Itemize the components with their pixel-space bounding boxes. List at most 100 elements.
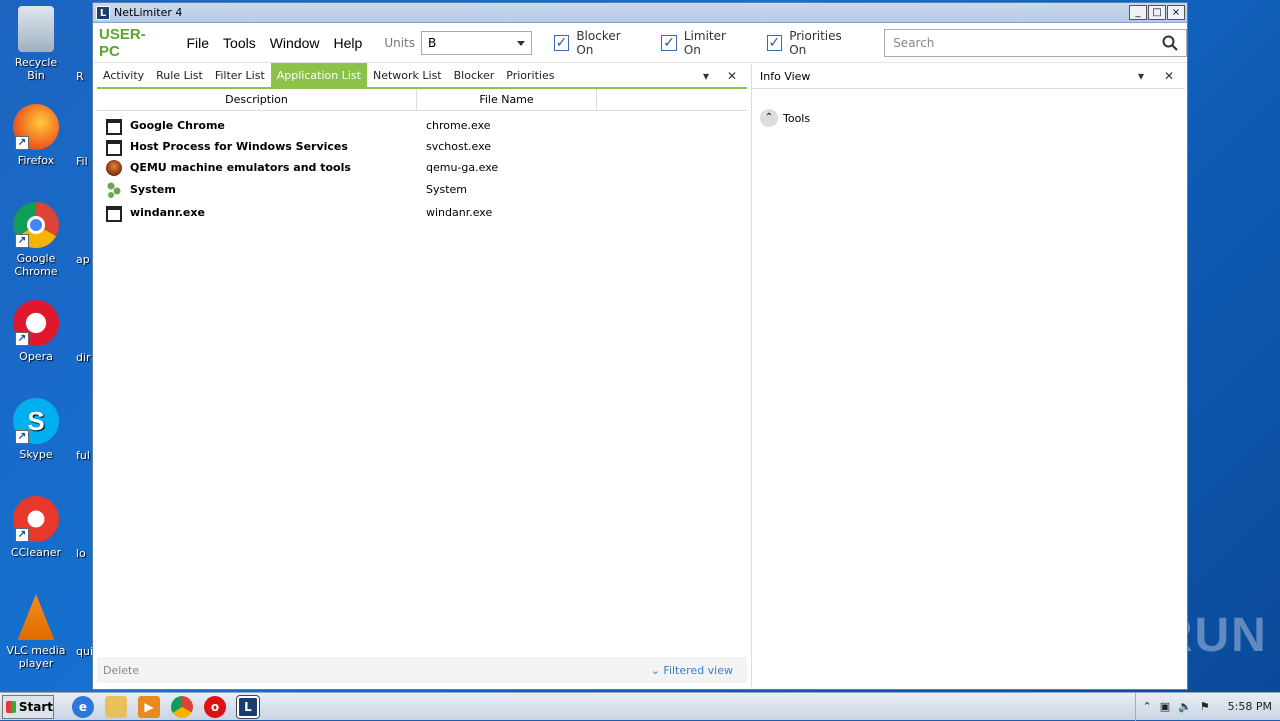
table-row[interactable]: windanr.exe windanr.exe: [97, 201, 747, 224]
tools-section[interactable]: ⌃ Tools: [760, 109, 1185, 127]
pc-name[interactable]: USER-PC: [99, 26, 164, 60]
collapse-chevron-icon[interactable]: ⌃: [760, 109, 778, 127]
tab-activity[interactable]: Activity: [97, 63, 150, 88]
netlimiter-taskbar-icon[interactable]: L: [236, 694, 260, 719]
chevron-down-icon: ⌄: [650, 663, 664, 677]
desktop-icon-vlc[interactable]: VLC media player: [6, 594, 66, 670]
vlc-icon: [17, 594, 55, 640]
desktop-icon-label: Recycle Bin: [14, 56, 58, 82]
desktop-icon-skype[interactable]: S ↗ Skype: [6, 398, 66, 461]
menu-bar: USER-PC File Tools Window Help Units B ✓…: [93, 23, 1188, 63]
panel-close-icon[interactable]: ✕: [727, 69, 737, 83]
checkbox-label: Blocker On: [576, 28, 621, 57]
search-icon[interactable]: [1162, 35, 1178, 51]
tab-network-list[interactable]: Network List: [367, 63, 448, 88]
units-select[interactable]: B: [421, 30, 532, 55]
chevron-down-icon: [516, 40, 525, 46]
close-button[interactable]: ×: [1167, 5, 1185, 20]
panel-footer: Delete ⌄ Filtered view: [97, 657, 747, 683]
title-bar[interactable]: L NetLimiter 4 _ □ ×: [93, 3, 1187, 23]
checkmark-icon: ✓: [661, 34, 677, 51]
minimize-button[interactable]: _: [1129, 5, 1147, 20]
network-icon[interactable]: ▣: [1160, 700, 1170, 713]
table-row[interactable]: Host Process for Windows Services svchos…: [97, 136, 747, 157]
internet-explorer-icon[interactable]: e: [72, 695, 94, 718]
tab-blocker[interactable]: Blocker: [448, 63, 501, 88]
desktop-icon-label: Opera: [19, 350, 53, 363]
tab-filter-list[interactable]: Filter List: [209, 63, 271, 88]
table-row[interactable]: System System: [97, 178, 747, 201]
file-explorer-icon[interactable]: [105, 695, 127, 718]
start-button[interactable]: Start: [2, 694, 54, 719]
column-headers: Description File Name: [97, 89, 747, 111]
volume-icon[interactable]: 🔈: [1178, 700, 1192, 713]
panel-close-icon[interactable]: ✕: [1164, 69, 1174, 83]
desktop-icon-recycle-bin[interactable]: Recycle Bin: [6, 6, 66, 82]
search-placeholder: Search: [893, 35, 935, 50]
netlimiter-logo-icon: L: [96, 5, 110, 20]
table-row[interactable]: Google Chrome chrome.exe: [97, 115, 747, 136]
row-file-name: windanr.exe: [426, 206, 493, 219]
column-header-description[interactable]: Description: [97, 89, 417, 110]
application-list-panel: Activity Rule List Filter List Applicati…: [97, 63, 747, 687]
menu-tools[interactable]: Tools: [223, 35, 256, 51]
desktop-icon-label: CCleaner: [10, 546, 62, 559]
show-hidden-icons-icon[interactable]: ⌃: [1142, 700, 1151, 713]
row-file-name: chrome.exe: [426, 119, 491, 132]
panel-dropdown-icon[interactable]: ▾: [1138, 69, 1144, 83]
ccleaner-icon: ↗: [13, 496, 59, 542]
desktop-icon-label: Firefox: [17, 154, 55, 167]
menu-file[interactable]: File: [186, 35, 209, 51]
maximize-button[interactable]: □: [1148, 5, 1166, 20]
window-icon: [106, 118, 122, 135]
tab-strip: Activity Rule List Filter List Applicati…: [97, 63, 747, 89]
checkbox-label: Priorities On: [789, 28, 842, 57]
filtered-view-toggle[interactable]: ⌄ Filtered view: [651, 664, 733, 677]
delete-button[interactable]: Delete: [103, 664, 139, 677]
skype-icon: S ↗: [13, 398, 59, 444]
opera-taskbar-icon[interactable]: o: [204, 695, 226, 718]
taskbar: Start e ▶ o L ⌃ ▣ 🔈 ⚑ 5:58 PM: [0, 692, 1280, 721]
shortcut-arrow-icon: ↗: [15, 234, 29, 248]
row-description: System: [130, 183, 176, 196]
tab-priorities[interactable]: Priorities: [500, 63, 560, 88]
panel-dropdown-icon[interactable]: ▾: [703, 69, 709, 83]
desktop-icon-chrome[interactable]: ↗ Google Chrome: [6, 202, 66, 278]
row-description: Host Process for Windows Services: [130, 140, 348, 153]
row-description: QEMU machine emulators and tools: [130, 161, 351, 174]
info-view-title: Info View: [760, 69, 811, 83]
firefox-icon: ↗: [13, 104, 59, 150]
desktop-icon-opera[interactable]: ↗ Opera: [6, 300, 66, 363]
search-input[interactable]: Search: [884, 28, 1188, 57]
desktop-icon-firefox[interactable]: ↗ Firefox: [6, 104, 66, 167]
table-row[interactable]: QEMU machine emulators and tools qemu-ga…: [97, 157, 747, 178]
menu-help[interactable]: Help: [334, 35, 363, 51]
shortcut-arrow-icon: ↗: [15, 528, 29, 542]
desktop-icon-label: Google Chrome: [14, 252, 58, 278]
chrome-taskbar-icon[interactable]: [171, 695, 193, 718]
tab-application-list[interactable]: Application List: [270, 63, 367, 88]
row-description: windanr.exe: [130, 206, 205, 219]
system-tray: ⌃ ▣ 🔈 ⚑ 5:58 PM: [1135, 692, 1280, 721]
window-icon: [106, 205, 122, 222]
column-header-file-name[interactable]: File Name: [417, 89, 597, 110]
tools-section-label: Tools: [783, 111, 811, 125]
action-center-flag-icon[interactable]: ⚑: [1200, 700, 1210, 713]
info-view-header: Info View ▾ ✕: [752, 64, 1185, 89]
menu-window[interactable]: Window: [270, 35, 320, 51]
windows-logo-icon: [6, 700, 16, 713]
clock[interactable]: 5:58 PM: [1228, 700, 1272, 713]
priorities-on-checkbox[interactable]: ✓ Priorities On: [766, 28, 861, 57]
shortcut-arrow-icon: ↗: [15, 136, 29, 150]
limiter-on-checkbox[interactable]: ✓ Limiter On: [661, 29, 744, 57]
tab-rule-list[interactable]: Rule List: [150, 63, 209, 88]
checkmark-icon: ✓: [766, 34, 783, 51]
units-value: B: [428, 35, 437, 50]
row-file-name: svchost.exe: [426, 140, 492, 153]
row-description: Google Chrome: [130, 119, 225, 132]
media-player-icon[interactable]: ▶: [138, 695, 160, 718]
info-view-panel: Info View ▾ ✕ ⌃ Tools: [751, 64, 1185, 687]
desktop-icon-ccleaner[interactable]: ↗ CCleaner: [6, 496, 66, 559]
opera-icon: ↗: [13, 300, 59, 346]
blocker-on-checkbox[interactable]: ✓ Blocker On: [553, 28, 640, 57]
